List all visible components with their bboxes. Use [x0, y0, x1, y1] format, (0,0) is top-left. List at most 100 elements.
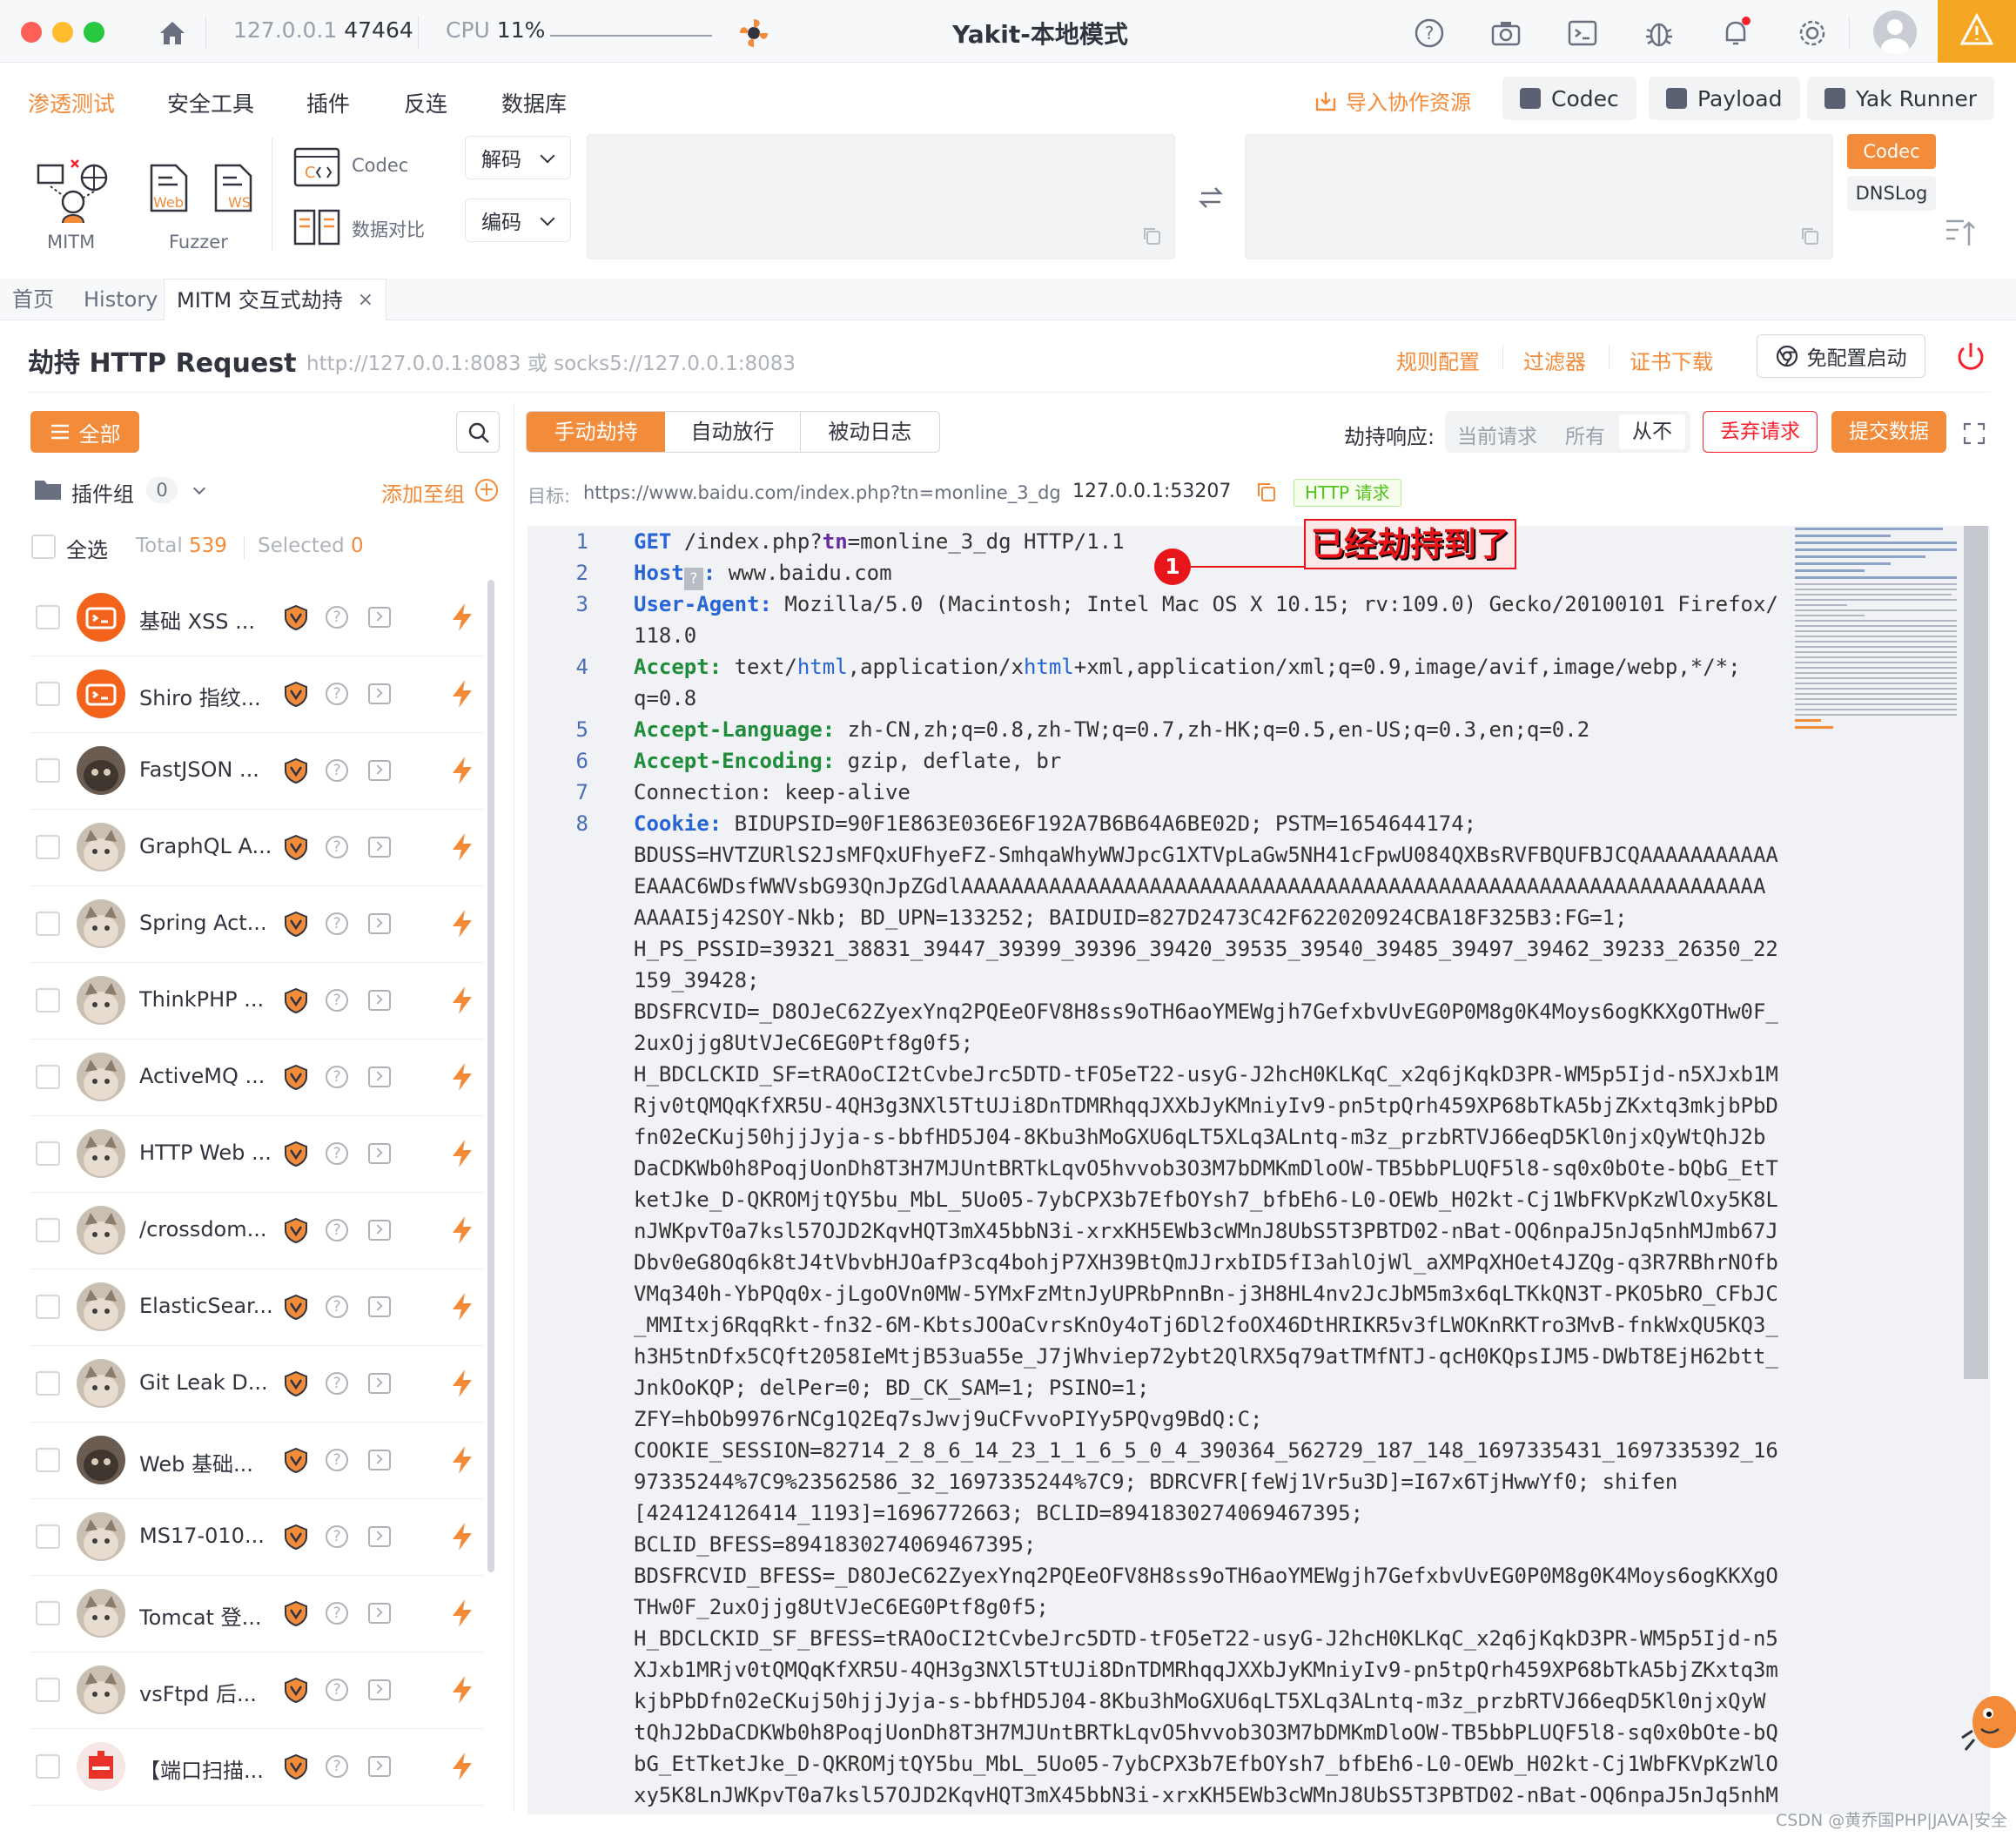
menu-database[interactable]: 数据库: [501, 87, 567, 118]
help-icon[interactable]: ?: [326, 836, 348, 858]
plugin-checkbox[interactable]: [36, 1678, 60, 1702]
terminal-icon[interactable]: [1565, 16, 1600, 50]
help-icon[interactable]: ?: [326, 989, 348, 1012]
mitm-tool-icon[interactable]: [33, 157, 111, 226]
rules-config-link[interactable]: 规则配置: [1396, 345, 1480, 375]
payload-button[interactable]: Payload: [1649, 77, 1800, 120]
plugin-list-item[interactable]: ActiveMQ ...?: [30, 1040, 483, 1116]
camera-icon[interactable]: [1488, 16, 1523, 50]
resp-never[interactable]: 从不: [1619, 414, 1685, 449]
terminal-icon[interactable]: [368, 683, 391, 704]
help-icon[interactable]: ?: [326, 1525, 348, 1548]
plugin-search-button[interactable]: [456, 411, 500, 453]
plugin-checkbox[interactable]: [36, 1295, 60, 1319]
help-icon[interactable]: ?: [326, 1295, 348, 1318]
plugin-list-item[interactable]: ThinkPHP ...?: [30, 963, 483, 1040]
help-icon[interactable]: ?: [326, 1066, 348, 1088]
terminal-icon[interactable]: [368, 1296, 391, 1317]
bug-icon[interactable]: [1642, 16, 1677, 50]
plugin-checkbox[interactable]: [36, 1754, 60, 1779]
codec-output-area[interactable]: [1245, 134, 1833, 259]
menu-reverse[interactable]: 反连: [404, 87, 447, 118]
chevron-down-icon[interactable]: [192, 481, 206, 495]
plugin-checkbox[interactable]: [36, 1448, 60, 1472]
resp-current[interactable]: 当前请求: [1457, 420, 1537, 449]
copy-icon[interactable]: [1799, 225, 1820, 246]
plugin-list-item[interactable]: 基础 XSS ...?: [30, 580, 483, 656]
plugin-filter-all-button[interactable]: 全部: [30, 411, 139, 453]
lightning-icon[interactable]: [450, 679, 474, 709]
menu-plugins[interactable]: 插件: [306, 87, 350, 118]
help-icon[interactable]: ?: [326, 1449, 348, 1471]
cert-download-link[interactable]: 证书下载: [1630, 345, 1713, 375]
submit-data-button[interactable]: 提交数据: [1831, 411, 1946, 453]
terminal-icon[interactable]: [368, 1526, 391, 1547]
plugin-list-item[interactable]: 【端口扫描...?: [30, 1729, 483, 1806]
lightning-icon[interactable]: [450, 832, 474, 862]
fullscreen-icon[interactable]: [1962, 421, 1986, 446]
lightning-icon[interactable]: [450, 602, 474, 632]
plugin-list-item[interactable]: MS17-010...?: [30, 1499, 483, 1576]
plugin-list-scrollbar[interactable]: [487, 580, 494, 1572]
power-stop-icon[interactable]: [1953, 340, 1988, 374]
collapse-icon[interactable]: [1943, 214, 1978, 249]
plugin-list-item[interactable]: vsFtpd 后...?: [30, 1652, 483, 1729]
help-icon[interactable]: ?: [326, 1219, 348, 1241]
plugin-checkbox[interactable]: [36, 1524, 60, 1549]
yak-runner-button[interactable]: Yak Runner: [1807, 77, 1995, 120]
plugin-checkbox[interactable]: [36, 912, 60, 936]
plugin-list-item[interactable]: /crossdom...?: [30, 1193, 483, 1269]
terminal-icon[interactable]: [368, 1220, 391, 1241]
help-icon[interactable]: ?: [326, 1602, 348, 1625]
lightning-icon[interactable]: [450, 1292, 474, 1322]
home-icon[interactable]: [155, 16, 190, 50]
help-icon[interactable]: ?: [326, 1372, 348, 1395]
plugin-checkbox[interactable]: [36, 1601, 60, 1625]
tab-home[interactable]: 首页: [0, 279, 66, 320]
import-resources-link[interactable]: 导入协作资源: [1314, 85, 1471, 116]
help-icon[interactable]: ?: [326, 1679, 348, 1701]
codec-button[interactable]: Codec: [1502, 77, 1636, 120]
decode-dropdown[interactable]: 解码: [465, 136, 571, 179]
plugin-list-item[interactable]: Spring Act...?: [30, 886, 483, 963]
lightning-icon[interactable]: [450, 1369, 474, 1398]
plugin-list-item[interactable]: HTTP Web ...?: [30, 1116, 483, 1193]
mode-auto-forward[interactable]: 自动放行: [665, 412, 801, 452]
help-icon[interactable]: ?: [1412, 16, 1447, 50]
mode-manual[interactable]: 手动劫持: [527, 412, 666, 452]
ws-fuzzer-icon[interactable]: WS: [212, 162, 254, 214]
help-icon[interactable]: ?: [683, 568, 703, 590]
lightning-icon[interactable]: [450, 1139, 474, 1168]
filter-link[interactable]: 过滤器: [1523, 345, 1586, 375]
terminal-icon[interactable]: [368, 837, 391, 858]
plugin-list-item[interactable]: Web 基础...?: [30, 1423, 483, 1499]
data-compare-label[interactable]: 数据对比: [352, 216, 425, 242]
terminal-icon[interactable]: [368, 990, 391, 1011]
tab-history[interactable]: History: [71, 279, 170, 320]
notification-bell-icon[interactable]: [1718, 16, 1753, 50]
plugin-checkbox[interactable]: [36, 1141, 60, 1166]
plugin-checkbox[interactable]: [36, 682, 60, 706]
plugin-list-item[interactable]: GraphQL A...?: [30, 810, 483, 886]
terminal-icon[interactable]: [368, 760, 391, 781]
minimize-window-button[interactable]: [52, 22, 73, 43]
swap-icon[interactable]: [1196, 183, 1226, 212]
lightning-icon[interactable]: [450, 1675, 474, 1705]
terminal-icon[interactable]: [368, 1679, 391, 1700]
lightning-icon[interactable]: [450, 986, 474, 1015]
plugin-list-item[interactable]: FastJSON ...?: [30, 733, 483, 810]
lightning-icon[interactable]: [450, 1062, 474, 1092]
user-avatar-icon[interactable]: [1873, 10, 1917, 54]
plugin-group-label[interactable]: 插件组: [71, 477, 134, 508]
lightning-icon[interactable]: [450, 1522, 474, 1551]
terminal-icon[interactable]: [368, 1067, 391, 1087]
lightning-icon[interactable]: [450, 909, 474, 939]
codec-side-tab[interactable]: Codec: [1847, 134, 1936, 169]
code-minimap[interactable]: [1795, 526, 1960, 735]
menu-pentest[interactable]: 渗透测试: [28, 87, 115, 118]
encode-dropdown[interactable]: 编码: [465, 199, 571, 242]
close-tab-icon[interactable]: ×: [358, 279, 373, 321]
plugin-checkbox[interactable]: [36, 1371, 60, 1396]
plugin-checkbox[interactable]: [36, 988, 60, 1013]
terminal-icon[interactable]: [368, 1143, 391, 1164]
